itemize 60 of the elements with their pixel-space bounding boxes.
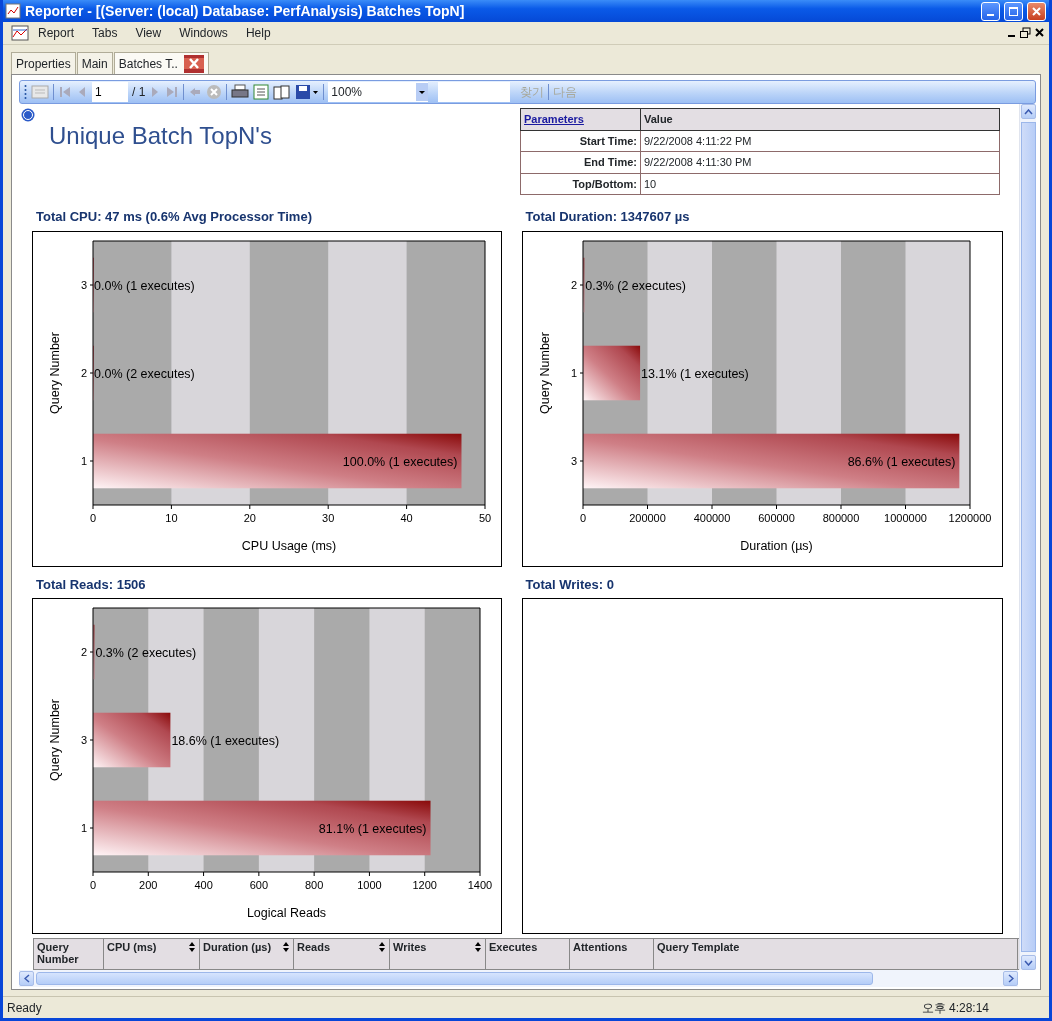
panel-title: Total CPU: 47 ms (0.6% Avg Processor Time)	[36, 208, 313, 226]
tick-label: 1200	[412, 879, 437, 891]
tick-label: 400000	[693, 511, 730, 524]
parameter-name: Top/Bottom:	[520, 173, 641, 195]
data-label: 86.6% (1 executes)	[847, 454, 955, 469]
tick-label: 2	[570, 278, 577, 291]
tick-label: 3	[80, 734, 87, 746]
tick-label: 1200000	[948, 511, 991, 524]
tick-label: 0	[579, 511, 586, 524]
data-label: 13.1% (1 executes)	[640, 366, 749, 381]
tick-label: 0	[89, 511, 97, 524]
status-text: Ready	[7, 999, 42, 1017]
tick-label: 0	[89, 879, 97, 891]
axis-title: Query Number	[48, 699, 62, 781]
parameter-name: Start Time:	[520, 130, 641, 152]
panel-title: Total Writes: 0	[525, 575, 615, 594]
axis-title: Query Number	[48, 331, 62, 414]
parameter-name: End Time:	[520, 151, 641, 173]
tick-label: 40	[400, 511, 413, 524]
tick-label: 800000	[822, 511, 859, 524]
column-header: Value	[640, 108, 1000, 130]
tick-label: 2	[80, 646, 87, 658]
panel-title: Total Duration: 1347607 µs	[525, 208, 691, 226]
tick-label: 1	[80, 822, 87, 834]
parameter-value: 9/22/2008 4:11:22 PM	[640, 130, 1000, 152]
parameter-value: 10	[640, 173, 1000, 195]
data-label: 81.1% (1 executes)	[318, 822, 427, 836]
data-label: 0.3% (2 executes)	[95, 646, 197, 660]
tick-label: 600	[249, 879, 269, 891]
tick-label: 1400	[467, 879, 493, 891]
data-label: 100.0% (1 executes)	[342, 454, 458, 469]
tick-label: 400	[194, 879, 213, 891]
tick-label: 1000000	[883, 511, 927, 524]
axis-title: Query Number	[537, 331, 552, 414]
axis-title: Logical Reads	[246, 906, 327, 920]
parameter-value: 9/22/2008 4:11:30 PM	[640, 151, 1000, 173]
tick-label: 200	[139, 879, 158, 891]
tick-label: 3	[80, 278, 87, 291]
panel-title: Total Reads: 1506	[36, 575, 147, 594]
window-title: Reporter - [(Server: (local) Database: PerfAnalysis) Batches TopN]	[25, 1, 466, 21]
tick-label: 1000	[357, 879, 382, 891]
axis-title: Duration (µs)	[739, 538, 813, 553]
tick-label: 1	[570, 366, 577, 379]
data-label: 18.6% (1 executes)	[171, 734, 280, 748]
tick-label: 200000	[628, 511, 666, 524]
data-label: 0.0% (2 executes)	[94, 366, 195, 381]
tick-label: 50	[478, 511, 492, 524]
tick-label: 1	[80, 454, 87, 467]
data-label: 0.0% (1 executes)	[94, 278, 195, 293]
tick-label: 800	[304, 879, 324, 891]
tick-label: 600000	[757, 511, 795, 524]
tick-label: 30	[322, 511, 335, 524]
axis-title: CPU Usage (ms)	[241, 538, 337, 553]
tick-label: 10	[165, 511, 178, 524]
tick-label: 20	[243, 511, 256, 524]
report-title: Unique Batch TopN's	[49, 121, 272, 151]
tick-label: 3	[570, 454, 577, 467]
tick-label: 2	[80, 366, 87, 379]
data-label: 0.3% (2 executes)	[584, 278, 686, 293]
status-time: 오후 4:28:14	[921, 999, 989, 1017]
